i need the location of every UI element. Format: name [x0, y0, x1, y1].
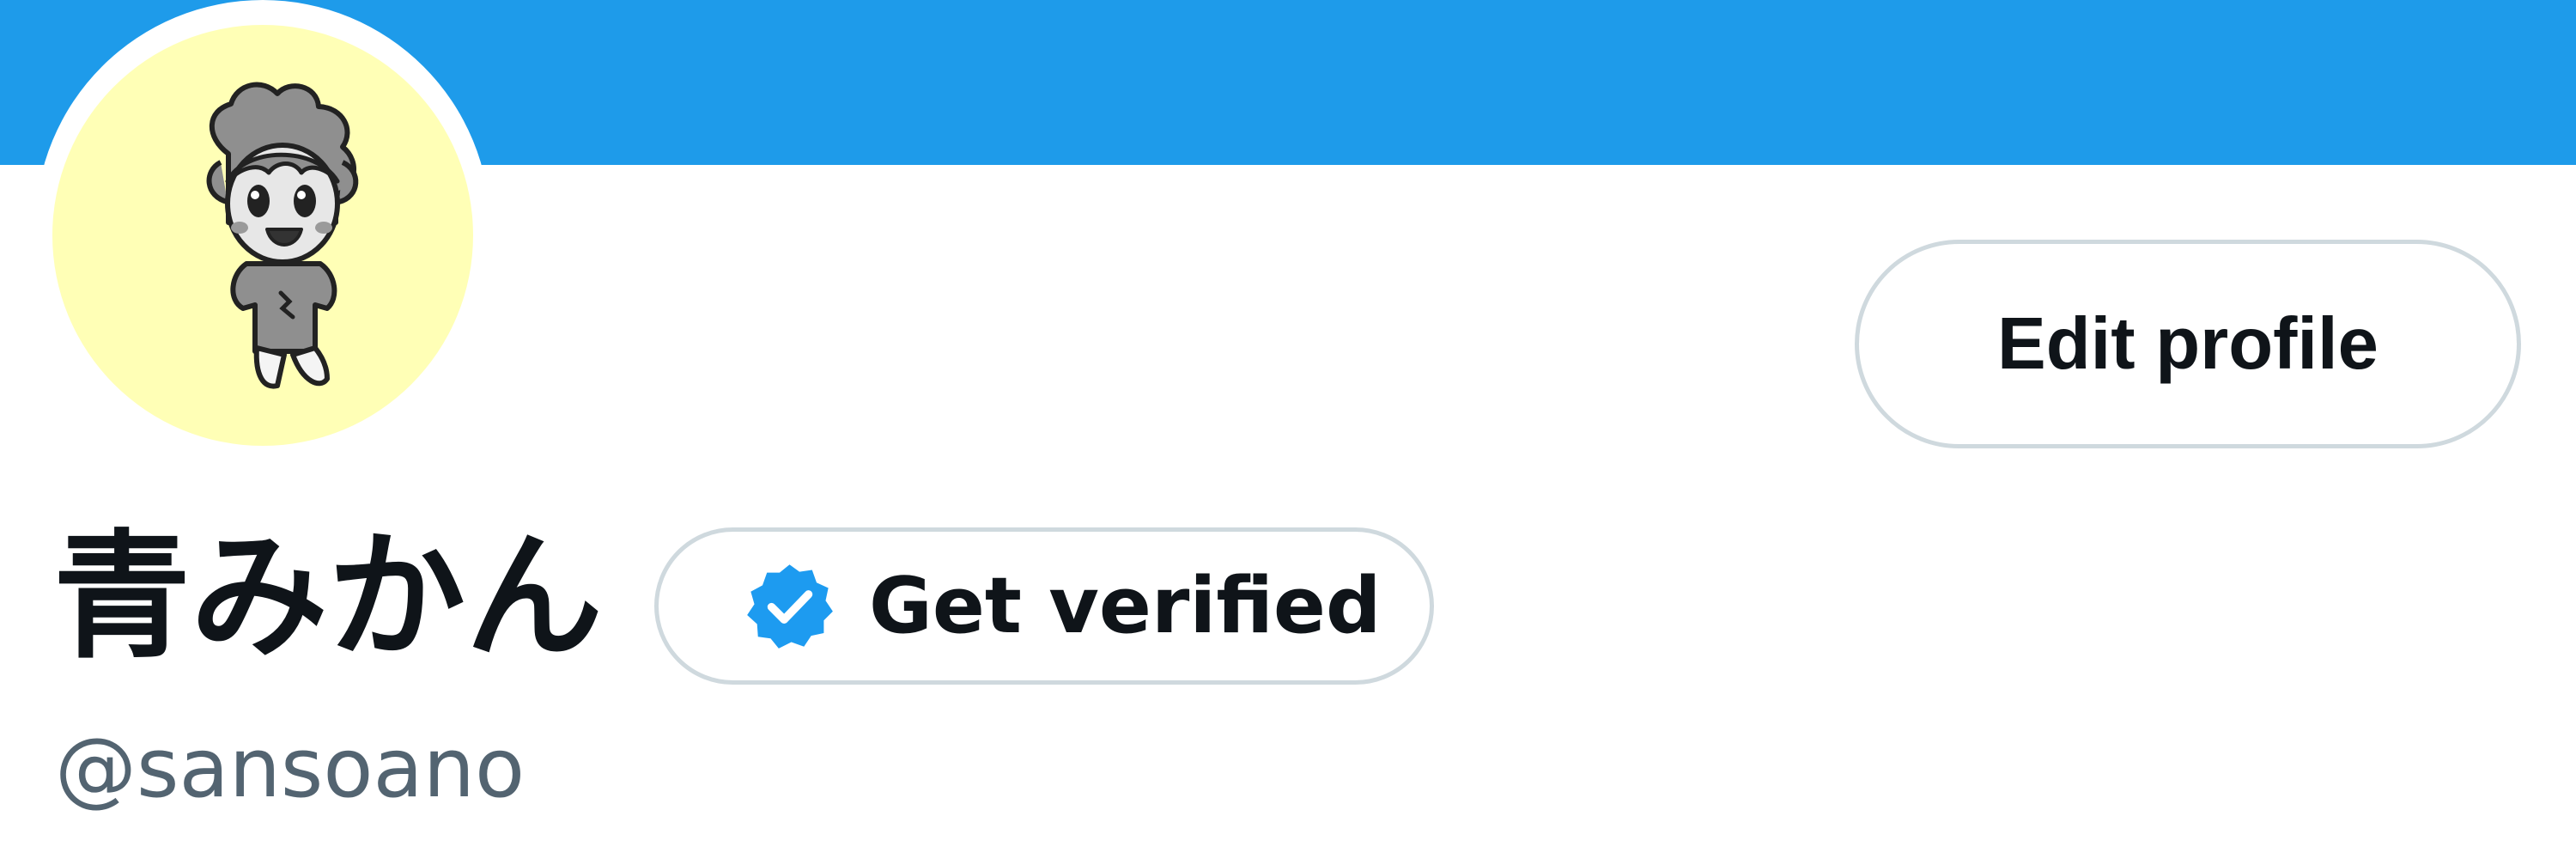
cartoon-character-avatar-icon — [206, 82, 359, 389]
edit-profile-label: Edit profile — [1997, 302, 2379, 385]
get-verified-label: Get verified — [869, 561, 1382, 651]
verified-badge-icon — [747, 564, 833, 649]
display-name: 青みかん — [53, 516, 604, 677]
user-handle: @sansoano — [55, 722, 526, 816]
get-verified-button[interactable]: Get verified — [654, 527, 1434, 685]
edit-profile-button[interactable]: Edit profile — [1855, 240, 2521, 448]
avatar[interactable] — [52, 25, 473, 446]
